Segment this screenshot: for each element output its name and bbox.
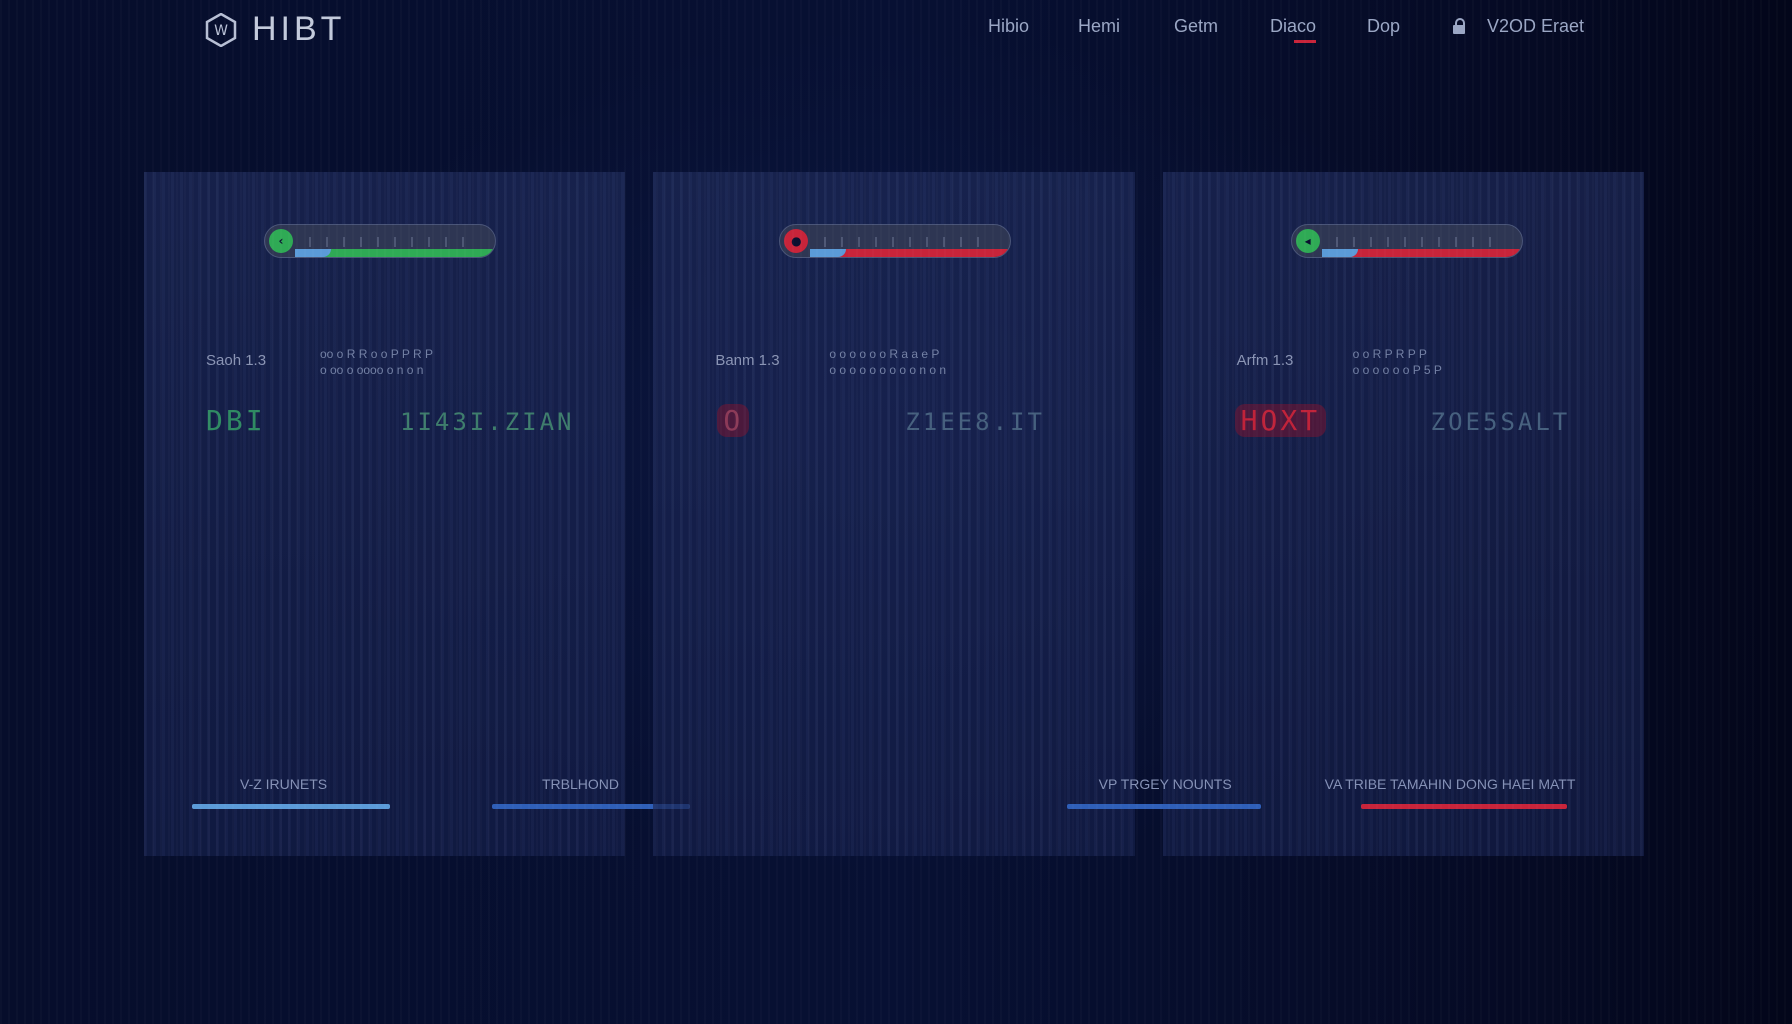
- status-dot-green-icon: ◂: [1295, 229, 1320, 253]
- lock-icon: [1452, 18, 1466, 34]
- status-dot-red-icon: ●: [784, 229, 809, 253]
- status-bar: ◂: [1290, 224, 1523, 258]
- status-fill-blue: [1321, 249, 1358, 257]
- panel-2: ● Banm 1.3 o o o o o o R a a e P o o o o…: [653, 172, 1135, 856]
- status-bar: ●: [779, 224, 1012, 258]
- status-dot-green-icon: ‹: [269, 229, 293, 253]
- link-left[interactable]: VP TRGEY NOUNTS: [1099, 776, 1232, 792]
- link-left-underline: [1066, 804, 1261, 809]
- panel-sublabel: o o o o o o R a a e P o o o o o o o o o …: [829, 346, 946, 378]
- panel-row: ‹ Saoh 1.3 oo o R R o o P P R P o oo o o…: [144, 172, 1645, 856]
- nav-item-dop[interactable]: Dop: [1367, 16, 1400, 37]
- status-ticks: [824, 237, 995, 247]
- link-left-underline: [192, 804, 390, 809]
- panel-sub-line-2: o o o o o o P 5 P: [1352, 363, 1442, 377]
- link-left[interactable]: V-Z IRUNETS: [240, 776, 327, 792]
- panel-label: Banm 1.3: [715, 352, 780, 369]
- panel-3: ◂ Arfm 1.3 o o R P R P P o o o o o o P 5…: [1066, 172, 1645, 856]
- panel-code-right: 1I43I.ZIAN: [400, 408, 575, 436]
- nav-item-diaco[interactable]: Diaco: [1270, 16, 1317, 43]
- panel-code-left: HOXT: [1234, 404, 1327, 437]
- status-ticks: [1335, 237, 1506, 247]
- nav-item-getm[interactable]: Getm: [1174, 16, 1218, 37]
- account-link[interactable]: V2OD Eraet: [1487, 16, 1584, 37]
- panel-label: Arfm 1.3: [1236, 352, 1294, 369]
- nav-item-hibio[interactable]: Hibio: [988, 16, 1029, 37]
- panel-sublabel: o o R P R P P o o o o o o P 5 P: [1353, 346, 1442, 378]
- nav-item-hemi[interactable]: Hemi: [1078, 16, 1120, 37]
- status-fill-blue: [295, 249, 331, 257]
- panel-sub-line-2: o oo o oooo o n o n: [320, 363, 424, 377]
- panel-code-right: ZOE5SALT: [1430, 408, 1571, 436]
- panel-label: Saoh 1.3: [206, 352, 267, 369]
- panel-1: ‹ Saoh 1.3 oo o R R o o P P R P o oo o o…: [144, 172, 690, 856]
- panel-sublabel: oo o R R o o P P R P o oo o oooo o n o n: [320, 346, 433, 378]
- panel-sub-line-1: oo o R R o o P P R P: [320, 347, 433, 361]
- panel-code-left: O: [717, 404, 750, 437]
- panel-sub-line-2: o o o o o o o o o n o n: [829, 363, 947, 377]
- link-right[interactable]: TRBLHOND: [542, 776, 619, 792]
- link-right-underline: [1360, 804, 1567, 809]
- main-nav: Hibio Hemi Getm Diaco Dop V2OD Eraet: [0, 16, 1792, 43]
- panel-sub-line-1: o o o o o o R a a e P: [829, 347, 940, 361]
- status-ticks: [309, 237, 479, 247]
- status-bar: ‹: [264, 224, 496, 258]
- page: W HIBT Hibio Hemi Getm Diaco Dop V2OD Er…: [0, 0, 1792, 1024]
- link-right[interactable]: VA TRIBE TAMAHIN DONG HAEI MATT: [1325, 776, 1576, 792]
- panel-code-left: DBI: [206, 404, 266, 437]
- panel-code-right: Z1EE8.IT: [905, 408, 1045, 436]
- status-fill-blue: [810, 249, 847, 257]
- panel-sub-line-1: o o R P R P P: [1352, 347, 1427, 361]
